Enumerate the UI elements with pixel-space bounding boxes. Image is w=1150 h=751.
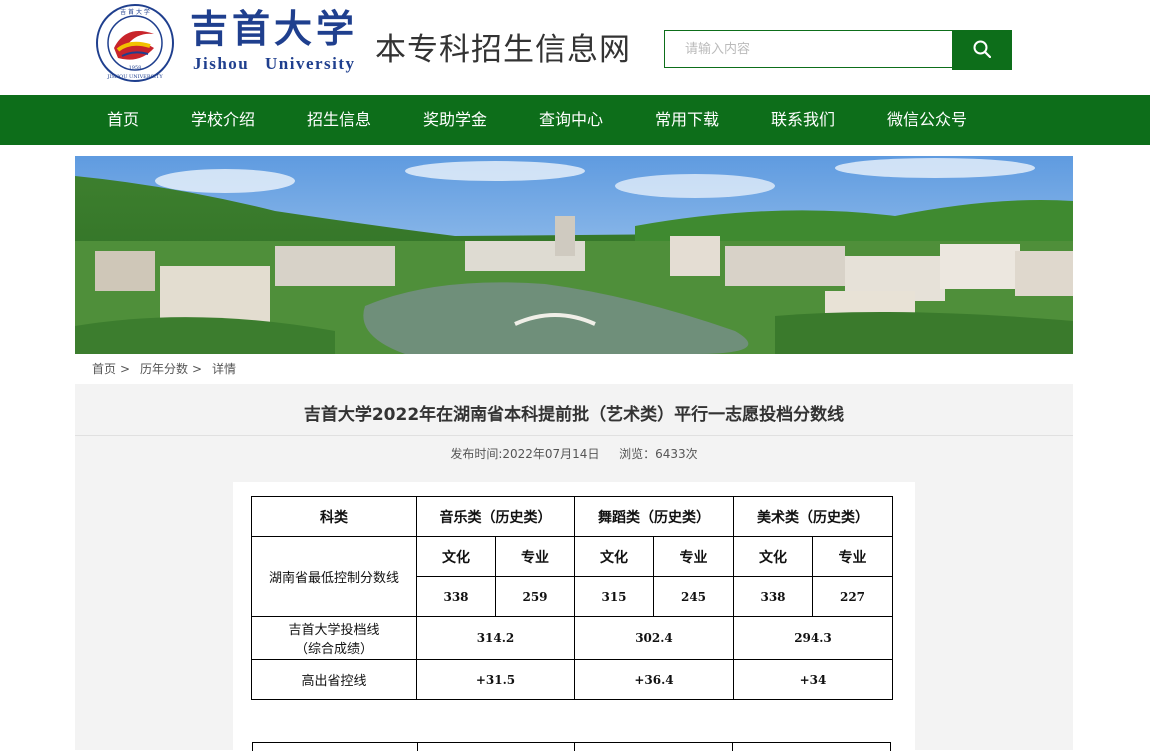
admission-line-label: 吉首大学投档线 （综合成绩）: [251, 616, 417, 660]
score-table: 科类 音乐类（历史类） 舞蹈类（历史类） 美术类（历史类） 湖南省最低控制分数线…: [251, 496, 893, 700]
table-cell: +36.4: [574, 659, 734, 700]
table-cell: 315: [574, 576, 654, 617]
table-header-category: 科类: [251, 496, 417, 537]
table-cell: 338: [416, 576, 496, 617]
logo-english-name[interactable]: Jishou University: [193, 54, 356, 74]
article-meta: 发布时间:2022年07月14日 浏览：6433次: [75, 445, 1073, 462]
table-header-fine-arts: 美术类（历史类）: [733, 496, 893, 537]
admission-line-label-2: （综合成绩）: [294, 642, 373, 657]
search-input[interactable]: [664, 30, 952, 68]
subject-culture: 文化: [574, 536, 654, 577]
table-cell: 227: [812, 576, 893, 617]
subject-major: 专业: [495, 536, 575, 577]
nav-item-wechat[interactable]: 微信公众号: [887, 95, 967, 145]
admission-line-label-1: 吉首大学投档线: [288, 623, 380, 638]
views-unit: 次: [685, 447, 698, 461]
nav-item-contact[interactable]: 联系我们: [771, 95, 835, 145]
breadcrumb-separator: >: [192, 362, 203, 376]
site-title: 本专科招生信息网: [375, 32, 631, 68]
nav-item-admissions[interactable]: 招生信息: [307, 95, 371, 145]
breadcrumb-separator: >: [120, 362, 131, 376]
svg-text:1958: 1958: [129, 65, 142, 71]
article-body: 科类 音乐类（历史类） 舞蹈类（历史类） 美术类（历史类） 湖南省最低控制分数线…: [233, 482, 915, 751]
breadcrumb-history-scores[interactable]: 历年分数: [140, 354, 188, 384]
nav-item-downloads[interactable]: 常用下载: [655, 95, 719, 145]
table-cell: +34: [733, 659, 893, 700]
article-container: 首页 > 历年分数 > 详情 吉首大学2022年在湖南省本科提前批（艺术类）平行…: [75, 354, 1073, 751]
nav-item-school-intro[interactable]: 学校介绍: [191, 95, 255, 145]
subject-major: 专业: [812, 536, 893, 577]
main-nav: 首页 学校介绍 招生信息 奖助学金 查询中心 常用下载 联系我们 微信公众号: [0, 95, 1150, 145]
subject-major: 专业: [653, 536, 734, 577]
svg-text:JISHOU UNIVERSITY: JISHOU UNIVERSITY: [106, 74, 163, 80]
table-cell: 314.2: [416, 616, 575, 660]
table-cell: 245: [653, 576, 734, 617]
title-divider: [75, 435, 1073, 436]
logo-chinese-name[interactable]: 吉首大学: [190, 6, 360, 52]
min-control-label: 湖南省最低控制分数线: [251, 536, 417, 617]
campus-banner-image: [75, 156, 1073, 354]
breadcrumb-home[interactable]: 首页: [92, 354, 116, 384]
nav-item-scholarships[interactable]: 奖助学金: [423, 95, 487, 145]
subject-culture: 文化: [416, 536, 496, 577]
nav-item-home[interactable]: 首页: [107, 95, 139, 145]
nav-item-query-center[interactable]: 查询中心: [539, 95, 603, 145]
views-label: 浏览：: [619, 447, 656, 461]
subject-culture: 文化: [733, 536, 813, 577]
article-title: 吉首大学2022年在湖南省本科提前批（艺术类）平行一志愿投档分数线: [303, 405, 845, 425]
site-header: 吉 首 大 学 JISHOU UNIVERSITY 1958 吉首大学 Jish…: [0, 0, 1150, 95]
table-cell: 338: [733, 576, 813, 617]
table-cell: 294.3: [733, 616, 893, 660]
publish-date: 2022年07月14日: [502, 447, 600, 461]
publish-label: 发布时间:: [450, 447, 503, 461]
svg-text:吉 首 大 学: 吉 首 大 学: [120, 8, 150, 16]
above-control-label: 高出省控线: [251, 659, 417, 700]
breadcrumb-detail: 详情: [212, 362, 237, 376]
breadcrumb: 首页 > 历年分数 > 详情: [75, 354, 1073, 384]
table-header-music: 音乐类（历史类）: [416, 496, 575, 537]
search-icon: [973, 40, 992, 61]
table-cell: 302.4: [574, 616, 734, 660]
search-button[interactable]: [952, 30, 1012, 70]
table-cell: +31.5: [416, 659, 575, 700]
table-cell: 259: [495, 576, 575, 617]
table-header-dance: 舞蹈类（历史类）: [574, 496, 734, 537]
views-count: 6433: [655, 447, 686, 461]
university-emblem-icon[interactable]: 吉 首 大 学 JISHOU UNIVERSITY 1958: [96, 4, 174, 82]
